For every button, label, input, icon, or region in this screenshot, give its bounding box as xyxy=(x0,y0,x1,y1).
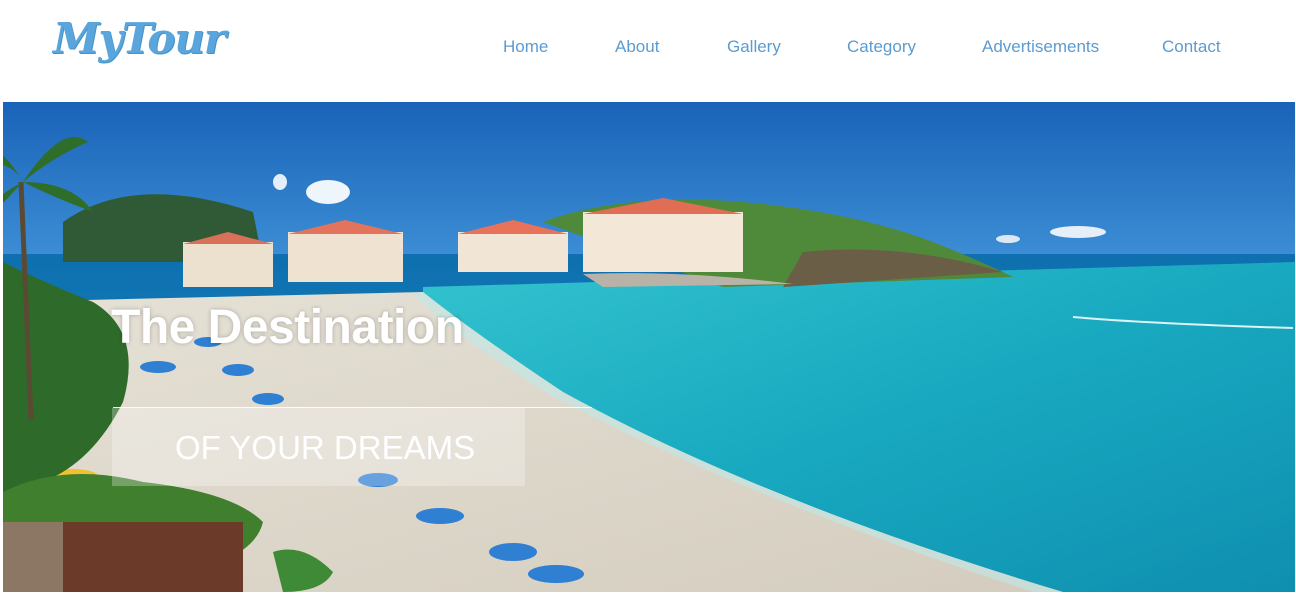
hero-banner: The Destination OF YOUR DREAMS xyxy=(3,102,1295,592)
nav-link-gallery[interactable]: Gallery xyxy=(727,37,781,57)
main-nav: Home About Gallery Category Advertisemen… xyxy=(0,37,1296,59)
hero-headline: The Destination xyxy=(111,301,464,354)
nav-link-category[interactable]: Category xyxy=(847,37,916,57)
nav-link-contact[interactable]: Contact xyxy=(1162,37,1221,57)
nav-link-about[interactable]: About xyxy=(615,37,659,57)
site-header: MyTour Home About Gallery Category Adver… xyxy=(0,0,1296,101)
hero-subheadline: OF YOUR DREAMS xyxy=(175,429,476,466)
nav-link-advertisements[interactable]: Advertisements xyxy=(982,37,1099,57)
nav-link-home[interactable]: Home xyxy=(503,37,548,57)
